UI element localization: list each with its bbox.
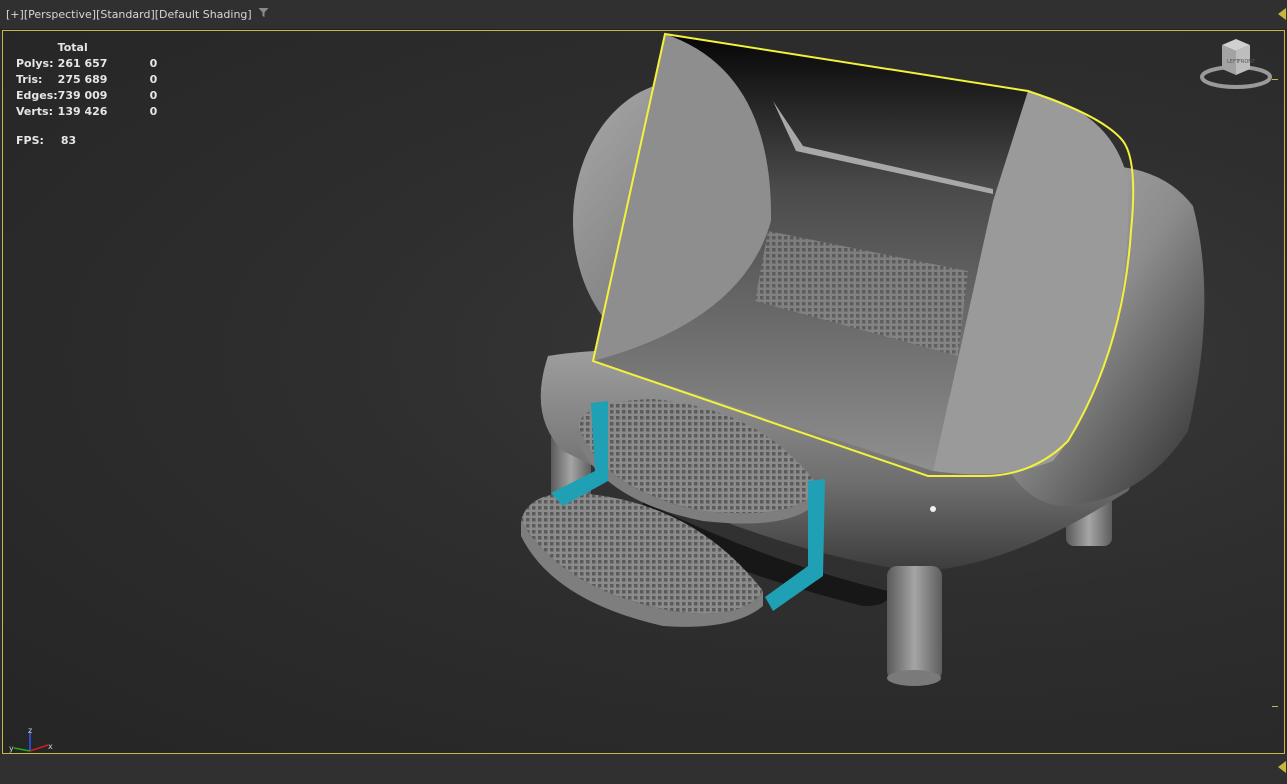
stats-row: Tris: 275 689 0 (16, 71, 170, 87)
stats-row: Edges: 739 009 0 (16, 87, 170, 103)
stats-label: Polys: (16, 56, 54, 70)
viewport-standard-menu[interactable]: [Standard] (96, 8, 155, 21)
stats-total: 139 426 (57, 104, 108, 118)
front-leg (887, 566, 942, 681)
lower-viewport-strip (0, 754, 1287, 784)
axis-z-label: z (28, 726, 32, 735)
stats-total: 739 009 (57, 88, 108, 102)
scene-render[interactable] (3, 31, 1284, 753)
stats-total: 275 689 (57, 72, 108, 86)
viewport-point-of-view-menu[interactable]: [Perspective] (24, 8, 96, 21)
stats-selected: 0 (149, 88, 158, 102)
stats-selected: 0 (149, 104, 158, 118)
stats-total: 261 657 (57, 56, 108, 70)
viewport-shading-menu[interactable]: [Default Shading] (155, 8, 252, 21)
expand-lower-icon[interactable] (1278, 761, 1286, 773)
viewcube-icon[interactable]: LEFT FRONT (1198, 35, 1274, 93)
stats-label: Tris: (16, 72, 43, 86)
funnel-icon[interactable] (258, 7, 269, 21)
stats-row: Verts: 139 426 0 (16, 103, 170, 119)
viewport-label-bar: [+] [Perspective] [Standard] [Default Sh… (0, 0, 1287, 30)
axis-y-label: y (9, 744, 14, 753)
fps-value: 83 (60, 134, 77, 147)
stats-label: Verts: (16, 104, 54, 118)
expand-right-icon[interactable] (1278, 8, 1286, 20)
fps-label: FPS: (16, 134, 44, 147)
stats-total-header: Total (57, 40, 88, 54)
stats-label: Edges: (16, 88, 58, 102)
fps-readout: FPS: 83 (16, 134, 76, 147)
front-leg-foot (887, 670, 941, 686)
base-highlight (930, 506, 936, 512)
perspective-viewport[interactable]: Total Polys: 261 657 0 Tris: 275 689 0 E… (2, 30, 1285, 754)
viewport-general-menu[interactable]: [+] (6, 8, 24, 21)
barbecue-smoker-model[interactable] (521, 32, 1205, 686)
axis-x-label: x (48, 742, 53, 751)
viewport-edge-tick (1272, 706, 1278, 707)
stats-selected: 0 (149, 56, 158, 70)
stats-selected: 0 (149, 72, 158, 86)
viewport-labels: [+] [Perspective] [Standard] [Default Sh… (6, 7, 269, 21)
viewport-edge-tick (1272, 79, 1278, 80)
statistics-overlay: Total Polys: 261 657 0 Tris: 275 689 0 E… (16, 39, 170, 119)
viewcube-front-face: FRONT (1238, 59, 1256, 65)
axis-tripod-icon: z x y (9, 726, 53, 753)
stats-row: Polys: 261 657 0 (16, 55, 170, 71)
